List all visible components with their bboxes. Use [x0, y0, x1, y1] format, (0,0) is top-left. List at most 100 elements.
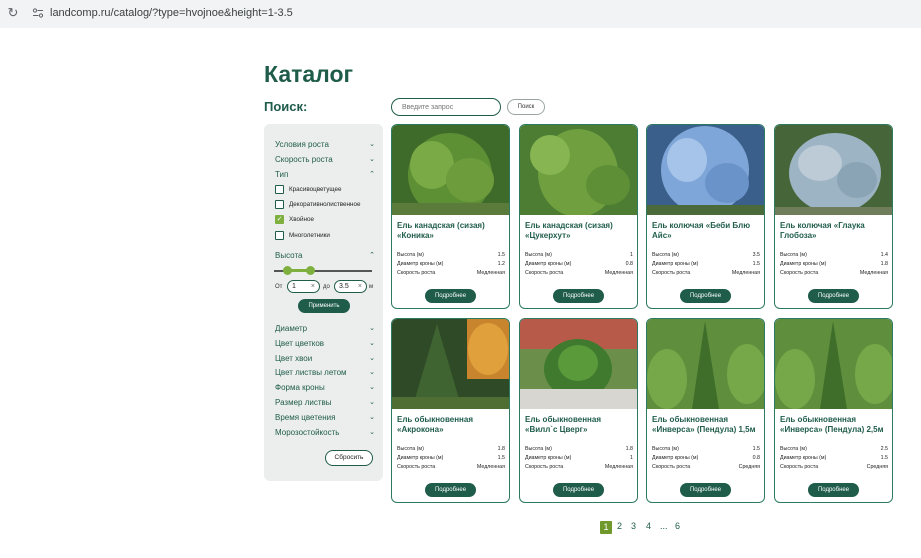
product-title[interactable]: Ель обыкновенная «Инверса» (Пендула) 1,5…	[652, 415, 762, 435]
details-button[interactable]: Подробнее	[553, 483, 604, 497]
product-card[interactable]: Ель обыкновенная «Вилл`с Цверг» Высота (…	[519, 318, 638, 503]
chevron-down-icon: ⌄	[369, 156, 375, 163]
search-button[interactable]: Поиск	[507, 99, 545, 115]
spec-height: Высота (м) 3.5	[652, 252, 760, 258]
filter-type[interactable]: Тип ⌃	[275, 170, 375, 179]
filter-label: Условия роста	[275, 140, 329, 149]
checkbox-label: Хвойное	[289, 216, 314, 223]
product-photo[interactable]	[392, 125, 509, 215]
filter-flower-color[interactable]: Цвет цветков ⌄	[275, 339, 375, 348]
search-label: Поиск:	[264, 99, 308, 114]
reset-filters-button[interactable]: Сбросить	[325, 450, 373, 466]
site-settings-icon[interactable]	[32, 7, 44, 19]
filter-label: Высота	[275, 251, 303, 260]
spec-label: Высота (м)	[397, 252, 424, 258]
checkbox-box[interactable]	[275, 185, 284, 194]
spec-label: Диаметр кроны (м)	[780, 261, 827, 267]
height-to-input[interactable]: 3.5 ×	[334, 280, 367, 293]
product-title[interactable]: Ель канадская (сизая) «Цукерхут»	[525, 221, 635, 241]
spec-value: 1.4	[880, 252, 888, 258]
product-photo[interactable]	[775, 125, 892, 215]
filter-summer-leaf-color[interactable]: Цвет листвы летом ⌄	[275, 368, 375, 377]
height-slider-min-handle[interactable]	[283, 266, 292, 275]
spec-label: Высота (м)	[780, 446, 807, 452]
spec-value: 1.5	[497, 455, 505, 461]
height-slider-max-handle[interactable]	[306, 266, 315, 275]
product-title[interactable]: Ель колючая «Глаука Глобоза»	[780, 221, 890, 241]
filter-label: Скорость роста	[275, 155, 333, 164]
chevron-down-icon: ⌄	[369, 355, 375, 362]
height-from-input[interactable]: 1 ×	[287, 280, 320, 293]
product-photo[interactable]	[520, 125, 637, 215]
spec-value: 1.5	[880, 455, 888, 461]
spec-label: Высота (м)	[780, 252, 807, 258]
spec-label: Высота (м)	[525, 446, 552, 452]
product-title[interactable]: Ель обыкновенная «Вилл`с Цверг»	[525, 415, 635, 435]
product-title[interactable]: Ель обыкновенная «Инверса» (Пендула) 2,5…	[780, 415, 890, 435]
product-card[interactable]: Ель обыкновенная «Инверса» (Пендула) 2,5…	[774, 318, 893, 503]
chevron-down-icon: ⌄	[369, 414, 375, 421]
spec-height: Высота (м) 1.5	[397, 252, 505, 258]
product-card[interactable]: Ель обыкновенная «Инверса» (Пендула) 1,5…	[646, 318, 765, 503]
clear-icon[interactable]: ×	[311, 281, 315, 292]
product-card[interactable]: Ель канадская (сизая) «Коника» Высота (м…	[391, 124, 510, 309]
filter-needle-color[interactable]: Цвет хвои ⌄	[275, 354, 375, 363]
spec-height: Высота (м) 2.5	[780, 446, 888, 452]
search-input[interactable]	[391, 98, 501, 116]
checkbox-label: Красивоцветущее	[289, 186, 342, 193]
product-card[interactable]: Ель обыкновенная «Акрокона» Высота (м) 1.…	[391, 318, 510, 503]
page-1[interactable]: 1	[600, 521, 612, 534]
height-unit: м	[369, 284, 374, 290]
page-title: Каталог	[264, 61, 354, 87]
details-button[interactable]: Подробнее	[808, 289, 859, 303]
product-photo[interactable]	[392, 319, 509, 409]
details-button[interactable]: Подробнее	[425, 289, 476, 303]
page-6[interactable]: 6	[675, 521, 680, 531]
spec-value: Медленная	[476, 270, 505, 276]
filter-bloom-time[interactable]: Время цветения ⌄	[275, 413, 375, 422]
spec-height: Высота (м) 1.5	[652, 446, 760, 452]
product-photo[interactable]	[647, 319, 764, 409]
details-button[interactable]: Подробнее	[553, 289, 604, 303]
spec-value: Средняя	[866, 464, 888, 470]
product-card[interactable]: Ель колючая «Глаука Глобоза» Высота (м) 1…	[774, 124, 893, 309]
filter-growth-speed[interactable]: Скорость роста ⌄	[275, 155, 375, 164]
spec-diameter: Диаметр кроны (м) 1.5	[397, 455, 505, 461]
product-card[interactable]: Ель колючая «Беби Блю Айс» Высота (м) 3.5…	[646, 124, 765, 309]
url-text[interactable]: landcomp.ru/catalog/?type=hvojnoe&height…	[50, 7, 293, 19]
apply-filter-button[interactable]: Применить	[298, 299, 350, 313]
filter-label: Тип	[275, 170, 289, 179]
filter-height[interactable]: Высота ⌃	[275, 251, 375, 260]
product-photo[interactable]	[520, 319, 637, 409]
filter-diameter[interactable]: Диаметр ⌄	[275, 324, 375, 333]
checkbox-box[interactable]	[275, 231, 284, 240]
details-button[interactable]: Подробнее	[680, 483, 731, 497]
page-4[interactable]: 4	[646, 521, 651, 531]
details-button[interactable]: Подробнее	[680, 289, 731, 303]
spec-label: Высота (м)	[652, 446, 679, 452]
filter-crown-shape[interactable]: Форма кроны ⌄	[275, 383, 375, 392]
checkmark-icon[interactable]: ✓	[275, 215, 284, 224]
reload-icon[interactable]: ↻	[6, 6, 20, 20]
height-from-label: От	[275, 284, 283, 290]
chevron-up-icon: ⌃	[369, 252, 375, 259]
checkbox-box[interactable]	[275, 200, 284, 209]
product-title[interactable]: Ель колючая «Беби Блю Айс»	[652, 221, 762, 241]
product-photo[interactable]	[775, 319, 892, 409]
page-2[interactable]: 2	[617, 521, 622, 531]
product-photo[interactable]	[647, 125, 764, 215]
filter-frost-resistance[interactable]: Морозостойкость ⌄	[275, 428, 375, 437]
filter-leaf-size[interactable]: Размер листвы ⌄	[275, 398, 375, 407]
spec-diameter: Диаметр кроны (м) 1.5	[780, 455, 888, 461]
chevron-down-icon: ⌄	[369, 141, 375, 148]
product-title[interactable]: Ель канадская (сизая) «Коника»	[397, 221, 507, 241]
product-card[interactable]: Ель канадская (сизая) «Цукерхут» Высота …	[519, 124, 638, 309]
details-button[interactable]: Подробнее	[425, 483, 476, 497]
details-button[interactable]: Подробнее	[808, 483, 859, 497]
clear-icon[interactable]: ×	[358, 281, 362, 292]
page-3[interactable]: 3	[631, 521, 636, 531]
filter-growth-conditions[interactable]: Условия роста ⌄	[275, 140, 375, 149]
spec-speed: Скорость роста Медленная	[525, 464, 633, 470]
product-title[interactable]: Ель обыкновенная «Акрокона»	[397, 415, 507, 435]
spec-label: Диаметр кроны (м)	[652, 261, 699, 267]
